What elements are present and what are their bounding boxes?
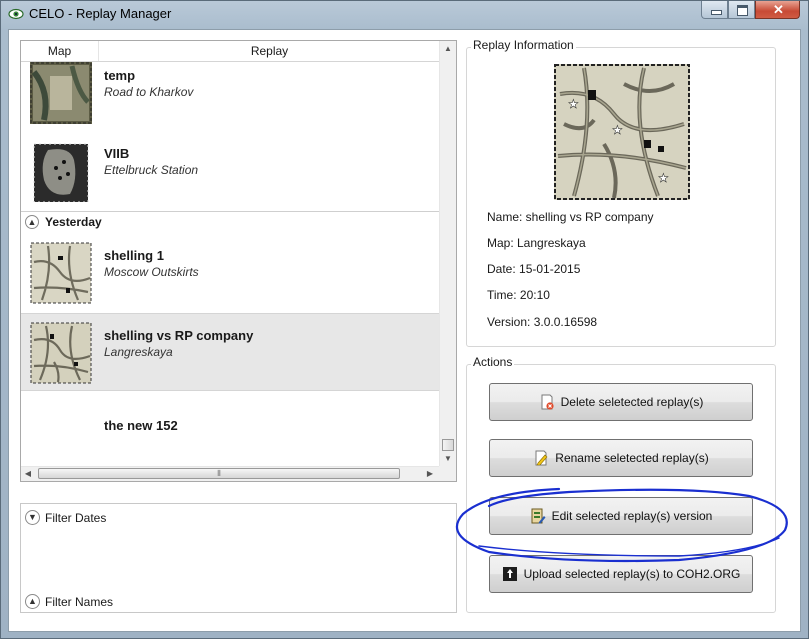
column-header-replay[interactable]: Replay <box>99 41 440 61</box>
eye-icon <box>8 8 24 20</box>
list-item-selected[interactable]: shelling vs RP company Langreskaya <box>21 313 440 391</box>
map-thumbnail <box>30 242 92 304</box>
info-date: Date: 15-01-2015 <box>487 262 581 276</box>
delete-icon <box>541 394 554 410</box>
app-window: CELO - Replay Manager ✕ Map Replay temp … <box>0 0 809 639</box>
info-version: Version: 3.0.0.16598 <box>487 315 598 329</box>
replay-map: Langreskaya <box>104 345 173 359</box>
scroll-thumb[interactable] <box>442 439 454 451</box>
title-bar[interactable]: CELO - Replay Manager ✕ <box>1 1 808 28</box>
delete-button-label: Delete seletected replay(s) <box>560 395 704 409</box>
filter-dates-label: Filter Dates <box>45 511 107 525</box>
filter-names-label: Filter Names <box>45 595 114 609</box>
info-map: Map: Langreskaya <box>487 236 586 250</box>
actions-title: Actions <box>471 355 515 369</box>
list-item[interactable]: the new 152 <box>21 392 440 468</box>
edit-button-label: Edit selected replay(s) version <box>551 509 713 523</box>
replay-name: shelling 1 <box>104 248 164 263</box>
replay-name: shelling vs RP company <box>104 328 254 343</box>
scrollbar-corner <box>439 466 456 481</box>
chevron-down-icon[interactable]: ▼ <box>25 510 40 525</box>
column-header-map[interactable]: Map <box>21 41 99 61</box>
upload-replay-button[interactable]: Upload selected replay(s) to COH2.ORG <box>489 555 753 593</box>
maximize-button[interactable] <box>728 1 755 19</box>
replay-name: temp <box>104 68 136 83</box>
rename-replay-button[interactable]: Rename seletected replay(s) <box>489 439 753 477</box>
rename-button-label: Rename seletected replay(s) <box>555 451 709 465</box>
map-preview: ★ ★ ★ <box>554 64 690 200</box>
close-icon: ✕ <box>773 2 784 17</box>
info-name: Name: shelling vs RP company <box>487 210 654 224</box>
replay-name: VIIB <box>104 146 130 161</box>
chevron-up-icon[interactable]: ▲ <box>25 594 40 609</box>
window-title: CELO - Replay Manager <box>29 6 172 21</box>
list-item[interactable]: shelling 1 Moscow Outskirts <box>21 234 440 312</box>
scroll-down-icon[interactable]: ▼ <box>440 451 456 467</box>
scroll-thumb-horizontal[interactable]: ⦀ <box>38 468 400 479</box>
vertical-scrollbar[interactable]: ▲ ▼ <box>439 41 456 468</box>
replay-map: Ettelbruck Station <box>104 163 199 177</box>
list-item[interactable]: VIIB Ettelbruck Station <box>21 132 440 210</box>
info-time: Time: 20:10 <box>487 288 550 302</box>
replay-map: Moscow Outskirts <box>104 265 199 279</box>
svg-text:★: ★ <box>612 123 623 137</box>
scroll-right-icon[interactable]: ▶ <box>423 467 437 481</box>
client-area: Map Replay temp Road to Kharkov VIIB Ett… <box>8 29 801 632</box>
list-header: Map Replay <box>21 41 440 62</box>
group-header-yesterday[interactable]: ▲ Yesterday <box>21 211 440 234</box>
horizontal-scrollbar[interactable]: ◀ ⦀ ▶ <box>21 466 440 481</box>
minimize-button[interactable] <box>701 1 728 19</box>
group-label: Yesterday <box>45 215 102 229</box>
upload-button-label: Upload selected replay(s) to COH2.ORG <box>523 567 741 581</box>
replay-list[interactable]: Map Replay temp Road to Kharkov VIIB Ett… <box>20 40 457 482</box>
edit-version-icon <box>531 508 546 524</box>
replay-info-title: Replay Information <box>471 38 576 52</box>
edit-version-button[interactable]: Edit selected replay(s) version <box>489 497 753 535</box>
map-thumbnail <box>30 62 92 124</box>
map-thumbnail <box>33 143 89 202</box>
close-button[interactable]: ✕ <box>755 1 800 19</box>
map-thumbnail <box>30 322 92 384</box>
replay-map: Road to Kharkov <box>104 85 194 99</box>
svg-text:★: ★ <box>568 97 579 111</box>
rename-icon <box>535 450 548 466</box>
list-item[interactable]: temp Road to Kharkov <box>21 62 440 132</box>
minimize-icon <box>711 10 722 15</box>
upload-icon <box>502 567 517 581</box>
filter-panel: ▼ Filter Dates ▲ Filter Names <box>20 503 457 613</box>
scroll-left-icon[interactable]: ◀ <box>21 467 35 481</box>
delete-replay-button[interactable]: Delete seletected replay(s) <box>489 383 753 421</box>
replay-name: the new 152 <box>104 418 178 433</box>
maximize-icon <box>737 5 748 16</box>
chevron-up-icon[interactable]: ▲ <box>25 215 39 229</box>
svg-text:★: ★ <box>658 171 669 185</box>
scroll-up-icon[interactable]: ▲ <box>440 41 456 57</box>
